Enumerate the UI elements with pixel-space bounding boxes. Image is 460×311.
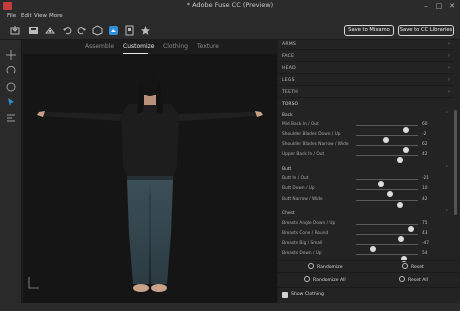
section-torso-title[interactable]: TORSO [282, 102, 298, 107]
redo-icon[interactable] [76, 25, 87, 36]
model-icon[interactable] [92, 25, 103, 36]
divider [278, 272, 460, 273]
chevron-right-icon: › [448, 53, 450, 59]
slider-thumb[interactable] [397, 157, 404, 163]
randomize-button[interactable]: Randomize [308, 263, 343, 270]
save-icon[interactable] [28, 25, 39, 36]
status-bar [0, 303, 460, 311]
library-icon[interactable] [124, 25, 135, 36]
import-icon[interactable] [10, 25, 21, 36]
randomize-icon [308, 263, 314, 269]
slider-thumb[interactable] [397, 202, 404, 208]
divider [278, 287, 460, 288]
section-arms[interactable]: ARMS › [278, 40, 453, 50]
move-icon[interactable] [6, 50, 16, 60]
slider-thumb[interactable] [400, 256, 407, 262]
tab-customize[interactable]: Customize [123, 43, 155, 50]
slider-track[interactable] [356, 179, 418, 187]
chevron-up-icon: ˆ [445, 166, 449, 172]
section-teeth[interactable]: TEETH › [278, 88, 453, 98]
slider-track[interactable] [356, 189, 418, 197]
pose-icon[interactable] [6, 113, 16, 123]
tab-clothing[interactable]: Clothing [163, 43, 188, 50]
slider-row: Breasts Down / Up 54 [278, 249, 453, 262]
export-icon[interactable] [45, 25, 56, 36]
undo-icon[interactable] [62, 25, 73, 36]
favorite-star-icon[interactable] [140, 25, 151, 36]
menu-edit[interactable]: Edit [21, 13, 32, 19]
slider-track[interactable] [356, 145, 418, 153]
slider-row: Butt In / Out -21 [278, 174, 453, 187]
slider-track[interactable] [356, 200, 418, 208]
slider-row: Butt Narrow / Wide 42 [278, 195, 453, 208]
menu-view[interactable]: View [34, 13, 47, 19]
slider-row: Shoulder Blades Down / Up -2 [278, 130, 453, 143]
tab-assemble[interactable]: Assemble [85, 43, 114, 50]
chevron-right-icon: › [448, 41, 450, 47]
group-back-header[interactable]: Back ˆ [278, 111, 453, 120]
maximize-icon[interactable]: □ [432, 0, 446, 12]
tab-texture[interactable]: Texture [197, 43, 219, 50]
section-face[interactable]: FACE › [278, 52, 453, 62]
customize-panel: ARMS › FACE › HEAD › LEGS › TEETH › TORSO Bac… [278, 40, 460, 303]
slider-row: Breasts Angle Down / Up 75 [278, 219, 453, 232]
minimize-icon[interactable]: – [419, 0, 433, 12]
window-title: * Adobe Fuse CC (Preview) [186, 1, 274, 9]
slider-track[interactable] [356, 125, 418, 133]
save-to-cc-libraries-button[interactable]: Save to CC Libraries [398, 25, 454, 36]
select-arrow-icon[interactable] [6, 97, 16, 107]
reset-all-button[interactable]: Reset All [399, 276, 428, 283]
group-chest-header[interactable]: Chest ˆ [278, 209, 453, 218]
menu-file[interactable]: File [7, 13, 16, 19]
character-model[interactable] [23, 54, 277, 303]
toolbar: Save to Mixamo Save to CC Libraries [0, 21, 460, 40]
slider-track[interactable] [356, 135, 418, 143]
slider-row: Breasts Cone / Round 43 [278, 229, 453, 242]
reset-icon [399, 276, 405, 282]
3d-viewport[interactable]: Assemble Customize Clothing Texture [23, 40, 277, 303]
save-to-mixamo-button[interactable]: Save to Mixamo [344, 25, 394, 36]
slider-row: Mid Back In / Out 60 [278, 120, 453, 133]
randomize-all-button[interactable]: Randomize All [304, 276, 346, 283]
chevron-right-icon: › [448, 65, 450, 71]
divider [278, 260, 460, 261]
view-tools-sidebar [0, 40, 22, 303]
show-clothing-label: Show Clothing [291, 292, 324, 297]
slider-row: Upper Back In / Out 42 [278, 150, 453, 163]
orbit-icon[interactable] [6, 66, 16, 76]
show-clothing-checkbox[interactable] [282, 292, 288, 298]
panel-scrollbar[interactable] [454, 110, 457, 215]
chevron-up-icon: ˆ [445, 112, 449, 118]
reset-icon [402, 263, 408, 269]
menu-bar: File Edit View More [0, 12, 460, 21]
chevron-right-icon: › [448, 89, 450, 95]
slider-track[interactable] [356, 155, 418, 163]
slider-track[interactable] [356, 224, 418, 232]
section-legs[interactable]: LEGS › [278, 76, 453, 86]
slider-row: Butt Down / Up 10 [278, 184, 453, 197]
chevron-up-icon: ˆ [445, 210, 449, 216]
close-icon[interactable]: ✕ [445, 0, 459, 12]
section-head[interactable]: HEAD › [278, 64, 453, 74]
menu-more[interactable]: More [49, 13, 63, 19]
slider-row: Breasts Big / Small -47 [278, 239, 453, 252]
title-bar: * Adobe Fuse CC (Preview) – □ ✕ [0, 0, 460, 12]
reset-button[interactable]: Reset [402, 263, 424, 270]
texture-icon[interactable] [108, 25, 119, 36]
randomize-icon [304, 276, 310, 282]
group-butt-header[interactable]: Butt ˆ [278, 165, 453, 174]
slider-track[interactable] [356, 234, 418, 242]
slider-track[interactable] [356, 244, 418, 252]
slider-row: Shoulder Blades Narrow / Wide 62 [278, 140, 453, 153]
workflow-tabs: Assemble Customize Clothing Texture [23, 40, 277, 54]
slider-track[interactable] [356, 254, 418, 262]
zoom-icon[interactable] [6, 82, 16, 92]
chevron-right-icon: › [448, 77, 450, 83]
